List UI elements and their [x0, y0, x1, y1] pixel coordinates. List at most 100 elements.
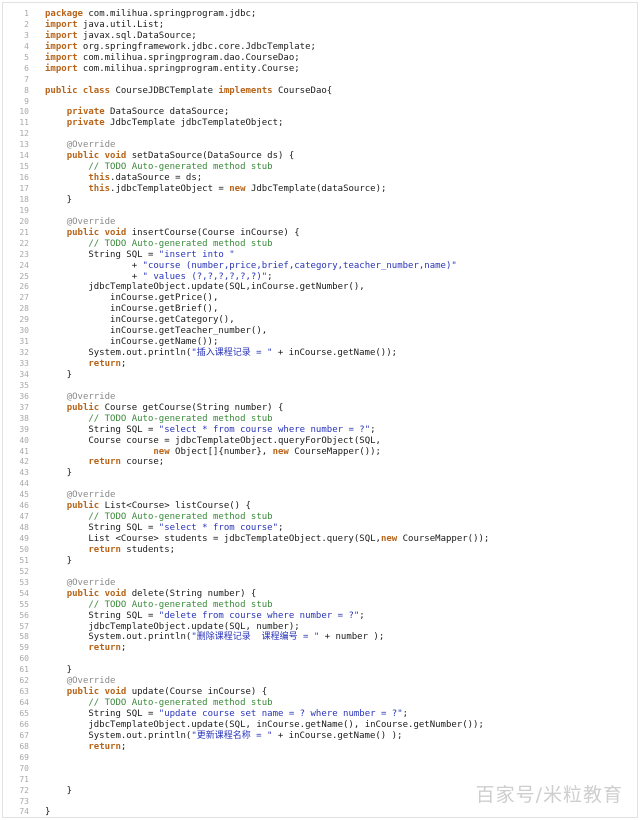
code-text: + inCourse.getName()); [272, 348, 398, 359]
code-line: 26 jdbcTemplateObject.update(SQL,inCours… [3, 282, 637, 293]
annotation-token: @Override [66, 676, 116, 687]
line-source: @Override [45, 676, 116, 687]
line-number: 32 [19, 348, 29, 358]
code-line: 60 [3, 654, 637, 665]
code-line: 46 public List<Course> listCourse() { [3, 501, 637, 512]
code-line: 8 public class CourseJDBCTemplate impleme… [3, 86, 637, 97]
line-number: 62 [19, 676, 29, 686]
line-number: 30 [19, 326, 29, 336]
code-text: String SQL = [45, 249, 159, 260]
keyword-token: this [88, 184, 111, 194]
line-number: 61 [19, 665, 29, 675]
line-source: inCourse.getBrief(), [45, 304, 218, 315]
line-number: 24 [19, 260, 29, 270]
code-line: 42 return course; [3, 457, 637, 468]
line-number: 1 [24, 9, 29, 18]
comment-token: // TODO Auto-generated method stub [88, 162, 273, 173]
line-number: 72 [19, 785, 29, 795]
code-text: DataSource dataSource; [104, 107, 230, 118]
code-line: 12 [3, 129, 637, 140]
code-text: ; [120, 359, 127, 369]
line-source: // TODO Auto-generated method stub [45, 599, 273, 611]
code-line: 16 this.dataSource = ds; [3, 173, 637, 184]
string-literal: "select * from course where number = ?" [158, 424, 371, 435]
keyword-token: public void [66, 151, 127, 162]
line-source: import com.milihua.springprogram.dao.Cou… [45, 53, 300, 64]
code-line: 24 + "course (number,price,brief,categor… [3, 261, 637, 272]
code-text: com.milihua.springprogram.jdbc; [82, 9, 257, 19]
code-text: String SQL = [45, 523, 159, 534]
comment-token: // TODO Auto-generated method stub [88, 599, 273, 610]
line-source: new Object[]{number}, new CourseMapper()… [45, 447, 381, 458]
code-text: setDataSource(DataSource ds) { [126, 151, 295, 162]
string-literal: "删除课程记录 课程编号 = " [191, 632, 320, 643]
keyword-token: new [153, 446, 170, 457]
code-line: 44 [3, 479, 637, 490]
code-line: 29 inCourse.getCategory(), [3, 315, 637, 326]
code-line: 11 private JdbcTemplate jdbcTemplateObje… [3, 118, 637, 129]
line-source: + "course (number,price,brief,category,t… [45, 261, 457, 272]
keyword-token: return [88, 359, 121, 369]
line-number: 4 [24, 41, 29, 51]
code-line: 54 public void delete(String number) { [3, 589, 637, 600]
code-line: 38 // TODO Auto-generated method stub [3, 414, 637, 425]
string-literal: "select * from course" [158, 523, 279, 534]
code-line: 40 Course course = jdbcTemplateObject.qu… [3, 436, 637, 447]
code-line: 19 [3, 206, 637, 217]
string-literal: "插入课程记录 = " [191, 348, 273, 359]
line-number: 43 [19, 468, 29, 478]
string-literal: "delete from course where number = ?" [158, 610, 360, 621]
annotation-token: @Override [66, 140, 116, 151]
line-number: 46 [19, 501, 29, 511]
line-source: public void delete(String number) { [45, 589, 257, 600]
string-literal: "insert into " [158, 249, 235, 260]
code-text: java.util.List; [77, 19, 165, 30]
line-number: 67 [19, 730, 29, 740]
code-text: } [45, 785, 73, 796]
code-text: CourseJDBCTemplate [110, 85, 219, 96]
line-number: 35 [19, 380, 29, 390]
code-text: org.springframework.jdbc.core.JdbcTempla… [77, 41, 316, 52]
line-number: 21 [19, 227, 29, 237]
line-source: } [45, 807, 50, 818]
line-number: 41 [19, 446, 29, 456]
code-text: + [45, 271, 143, 282]
code-text: ; [120, 643, 127, 654]
line-number: 53 [19, 577, 29, 587]
line-number: 50 [19, 544, 29, 554]
code-text: ; [120, 741, 127, 752]
line-number: 47 [19, 512, 29, 522]
keyword-token: implements [218, 85, 273, 96]
keyword-token: return [88, 741, 121, 752]
line-number: 52 [19, 566, 29, 576]
code-line: 43 } [3, 468, 637, 479]
line-source: @Override [45, 490, 116, 501]
code-text: update(Course inCourse) { [126, 687, 268, 698]
code-text: inCourse.getTeacher_number(), [45, 326, 268, 337]
keyword-token: new [380, 534, 398, 544]
code-line: 20 @Override [3, 217, 637, 228]
line-number: 6 [24, 63, 29, 73]
code-line: 30 inCourse.getTeacher_number(), [3, 326, 637, 337]
keyword-token: import [45, 19, 78, 30]
code-line: 37 public Course getCourse(String number… [3, 403, 637, 414]
line-number: 12 [19, 129, 29, 139]
code-text: ; [402, 709, 409, 719]
keyword-token: public class [45, 85, 111, 96]
line-number: 19 [19, 205, 29, 215]
line-source: String SQL = "select * from course where… [45, 424, 375, 436]
line-number: 8 [24, 85, 29, 95]
line-number: 49 [19, 534, 29, 543]
line-number: 25 [19, 271, 29, 281]
line-number: 13 [19, 140, 29, 150]
annotation-token: @Override [66, 577, 116, 588]
line-source: public void insertCourse(Course inCourse… [45, 228, 300, 239]
annotation-token: @Override [66, 391, 116, 402]
line-source: @Override [45, 391, 116, 403]
